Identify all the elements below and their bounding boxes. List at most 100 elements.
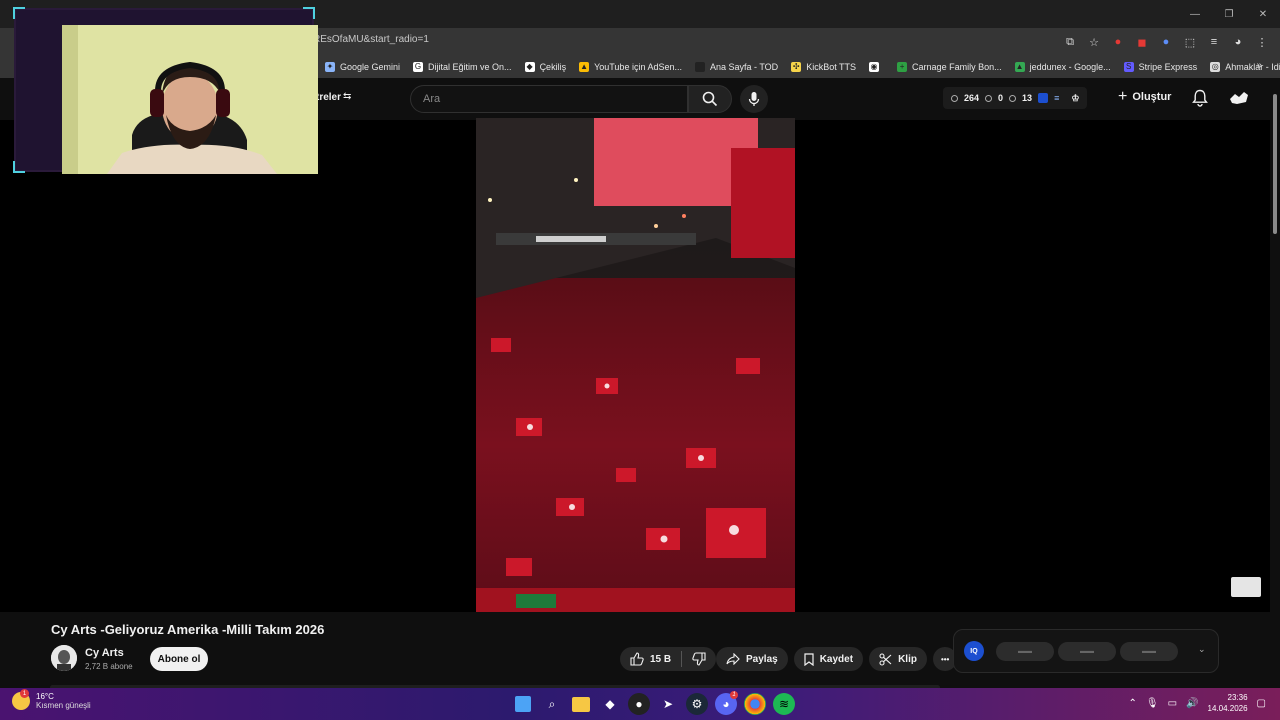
temperature: 16°C (36, 692, 54, 701)
bookmark-star-icon[interactable]: ☆ (1084, 32, 1104, 52)
taskbar-search-icon[interactable]: ⌕ (541, 693, 563, 715)
channel-avatar-image (51, 645, 77, 671)
view-icon (1009, 94, 1017, 102)
notifications-bell-icon[interactable] (1192, 89, 1208, 107)
bookmark-item[interactable]: ◉ (869, 62, 884, 72)
search-button[interactable] (688, 85, 732, 113)
thumbs-down-icon (692, 652, 706, 666)
file-explorer-icon[interactable] (572, 697, 590, 712)
extension-blue-icon[interactable]: ● (1156, 32, 1176, 52)
bookmark-item[interactable]: ✦ Google Gemini (325, 62, 400, 72)
webcam-corner (13, 161, 25, 173)
minimize-icon[interactable]: — (1178, 0, 1212, 28)
account-avatar-icon[interactable] (1229, 90, 1249, 106)
bookmark-item[interactable]: ▲ jeddunex - Google... (1014, 62, 1111, 72)
filters-button[interactable]: treler (316, 92, 341, 103)
windows-taskbar: 1 16°C Kısmen güneşli ⌕ ◆ ● ➤ ⚙ ◕ 1 ≋ ⌃ 🎙… (0, 688, 1280, 720)
notifications-icon[interactable]: ▢ (1257, 698, 1266, 709)
scrollbar-thumb[interactable] (1273, 94, 1277, 234)
media-control-icon[interactable]: ≡ (1204, 32, 1224, 52)
video-player[interactable] (476, 118, 795, 612)
profile-avatar-icon[interactable]: ◕ (1228, 32, 1248, 52)
bookmark-item[interactable]: ▲ YouTube için AdSen... (579, 62, 682, 72)
like-button[interactable]: 15 B (620, 652, 681, 666)
bookmark-label: Stripe Express (1138, 62, 1198, 72)
search-input[interactable] (411, 86, 687, 112)
extension-panel: IQ ▬▬ ▬▬ ▬▬ ⌄ (953, 629, 1219, 673)
chevron-down-icon[interactable]: ⌄ (1198, 644, 1206, 655)
streamer-image (62, 25, 318, 174)
eye-icon (985, 94, 993, 102)
video-actions: Paylaş Kaydet Klip ••• (716, 647, 958, 671)
close-icon[interactable]: ✕ (1246, 0, 1280, 28)
tray-network-icon[interactable]: ▭ (1168, 698, 1177, 709)
page-scrollbar[interactable] (1270, 88, 1280, 688)
weather-widget[interactable]: 1 16°C Kısmen güneşli (12, 689, 91, 710)
extensions-puzzle-icon[interactable]: ⬚ (1180, 32, 1200, 52)
discord-badge: 1 (730, 691, 738, 699)
discord-icon[interactable]: ◕ 1 (715, 691, 738, 715)
subscribe-button[interactable]: Abone ol (150, 647, 208, 671)
channel-name[interactable]: Cy Arts (85, 647, 124, 659)
list-icon: ≡ (1054, 93, 1060, 103)
obs-icon[interactable]: ● (628, 693, 650, 715)
cast-icon[interactable]: ⧉ (1060, 32, 1080, 52)
chrome-icon[interactable] (744, 693, 766, 715)
extension-slot[interactable]: ▬▬ (996, 642, 1054, 661)
bookmark-icon (804, 652, 814, 666)
share-button[interactable]: Paylaş (716, 647, 788, 671)
filters-icon[interactable]: ⇆ (343, 91, 351, 102)
tray-volume-icon[interactable]: 🔊 (1186, 698, 1198, 709)
create-button[interactable]: + Oluştur (1118, 88, 1171, 106)
extension-red-icon[interactable]: ● (1108, 32, 1128, 52)
windows-start-icon[interactable] (515, 696, 531, 712)
browser-menu-icon[interactable]: ⋮ (1252, 32, 1272, 52)
spotify-icon[interactable]: ≋ (773, 693, 795, 715)
bookmark-item[interactable]: ◆ Çekiliş (524, 62, 566, 72)
stat-count-c: 13 (1022, 93, 1033, 103)
voice-search-button[interactable] (740, 85, 768, 113)
system-clock[interactable]: 23:36 14.04.2026 (1208, 692, 1248, 714)
extension-stats-widget[interactable]: 264 0 13 ≡ ♔ (943, 87, 1088, 109)
dislike-button[interactable] (682, 652, 716, 666)
address-bar-url[interactable]: REsOfaMU&start_radio=1 (313, 34, 429, 45)
stat-count-b: 0 (998, 93, 1004, 103)
tray-expand-icon[interactable]: ⌃ (1129, 698, 1137, 709)
stat-count-a: 264 (964, 93, 980, 103)
thumbs-up-icon (630, 652, 644, 666)
bookmark-item[interactable]: ▪ Ana Sayfa - TOD (694, 62, 779, 72)
bookmark-label: Google Gemini (340, 62, 401, 72)
channel-avatar[interactable] (51, 645, 77, 671)
bookmark-item[interactable]: G Dijital Eğitim ve On... (413, 62, 512, 72)
extension-tab-icon[interactable]: ◼ (1132, 32, 1152, 52)
extension-slot[interactable]: ▬▬ (1120, 642, 1178, 661)
microphone-icon (748, 92, 760, 106)
search-box (410, 85, 688, 113)
bookmark-item[interactable]: ✣ KickBot TTS (791, 62, 856, 72)
tray-mic-icon[interactable]: 🎙 (1146, 698, 1159, 709)
clip-button[interactable]: Klip (869, 647, 927, 671)
channel-watermark-logo[interactable] (1231, 577, 1261, 597)
extension-iq-badge[interactable]: IQ (964, 641, 984, 661)
bookmark-item[interactable]: S Stripe Express (1123, 62, 1198, 72)
app-arrow-icon[interactable]: ➤ (657, 693, 679, 715)
save-button[interactable]: Kaydet (793, 647, 864, 671)
bookmark-label: Ana Sayfa - TOD (709, 62, 779, 72)
weather-badge: 1 (20, 689, 29, 698)
bookmark-favicon-icon: ◉ (869, 62, 880, 72)
system-tray: ⌃ 🎙 ▭ 🔊 23:36 14.04.2026 ▢ (1129, 692, 1267, 714)
scissors-icon (879, 652, 892, 666)
bookmark-item[interactable]: ◎ Ahmaklar - Idiocrac... (1210, 62, 1280, 72)
toolbar-icons: ⧉ ☆ ● ◼ ● ⬚ ≡ ◕ ⋮ (1060, 32, 1272, 52)
bookmark-favicon-icon: ▲ (1014, 62, 1025, 72)
bookmark-item[interactable]: + Carnage Family Bon... (897, 62, 1002, 72)
bookmark-favicon-icon: ◆ (524, 62, 535, 72)
search-icon (702, 91, 718, 107)
app-cube-icon[interactable]: ◆ (599, 693, 621, 715)
steam-icon[interactable]: ⚙ (686, 693, 708, 715)
maximize-icon[interactable]: ❐ (1212, 0, 1246, 28)
bookmarks-overflow-icon[interactable]: » (1256, 60, 1262, 71)
bookmark-favicon-icon: ✣ (791, 62, 802, 72)
extension-iq-icon (1038, 93, 1049, 103)
extension-slot[interactable]: ▬▬ (1058, 642, 1116, 661)
